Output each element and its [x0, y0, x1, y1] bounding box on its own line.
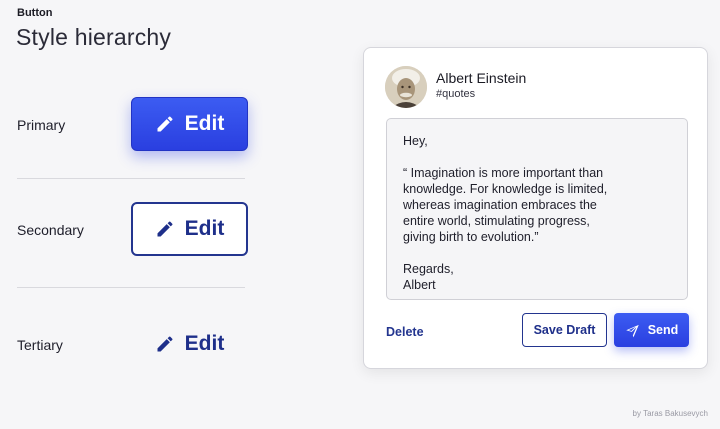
secondary-edit-label: Edit	[184, 217, 225, 240]
message-quote-line: “ Imagination is more important than	[403, 166, 604, 180]
eyebrow-label: Button	[17, 7, 53, 19]
message-quote-line: whereas imagination embraces the	[403, 198, 597, 212]
message-quote-line: giving birth to evolution.”	[403, 230, 539, 244]
primary-edit-button[interactable]: Edit	[131, 97, 248, 151]
secondary-edit-button[interactable]: Edit	[131, 202, 248, 256]
row-label-tertiary: Tertiary	[17, 337, 63, 353]
pencil-icon	[155, 219, 175, 239]
credit-text: by Taras Bakusevych	[632, 409, 708, 418]
pencil-icon	[155, 114, 175, 134]
send-label: Send	[647, 323, 679, 337]
page-title: Style hierarchy	[16, 24, 172, 50]
paper-plane-icon	[625, 323, 640, 338]
message-spacer	[403, 149, 671, 165]
delete-link[interactable]: Delete	[386, 325, 424, 339]
message-greeting: Hey,	[403, 134, 428, 148]
divider	[17, 178, 245, 179]
message-signature: Albert	[403, 278, 436, 292]
message-quote-line: entire world, stimulating progress,	[403, 214, 590, 228]
message-quote-line: knowledge. For knowledge is limited,	[403, 182, 608, 196]
tertiary-edit-label: Edit	[184, 332, 225, 355]
author-tag: #quotes	[436, 88, 476, 100]
message-spacer	[403, 245, 671, 261]
save-draft-button[interactable]: Save Draft	[522, 313, 607, 347]
message-card: Albert Einstein #quotes Hey, “ Imaginati…	[363, 47, 708, 369]
row-label-secondary: Secondary	[17, 222, 84, 238]
tertiary-edit-button[interactable]: Edit	[131, 317, 248, 371]
author-name: Albert Einstein	[436, 70, 527, 86]
divider	[17, 287, 245, 288]
row-label-primary: Primary	[17, 117, 66, 133]
avatar	[385, 66, 427, 108]
send-button[interactable]: Send	[614, 313, 689, 347]
primary-edit-label: Edit	[184, 112, 225, 135]
pencil-icon	[155, 334, 175, 354]
message-textarea[interactable]: Hey, “ Imagination is more important tha…	[386, 118, 688, 300]
message-signoff: Regards,	[403, 262, 454, 276]
